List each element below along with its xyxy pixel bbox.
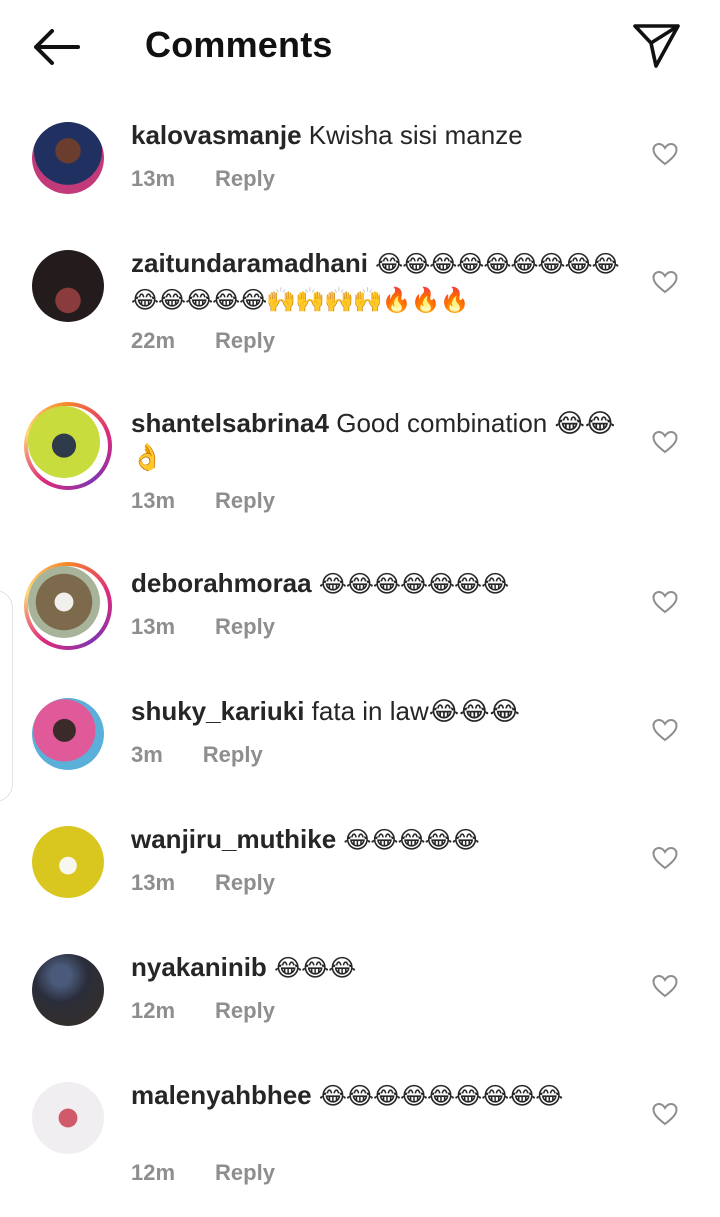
comment-username[interactable]: deborahmoraa <box>131 568 312 598</box>
comment-time: 13m <box>131 488 176 513</box>
avatar <box>28 566 100 638</box>
comment-text: Kwisha sisi manze <box>308 120 523 150</box>
comment-text: 😂😂😂 <box>274 955 356 982</box>
reply-button[interactable]: Reply <box>215 328 275 353</box>
heart-icon[interactable] <box>652 846 678 870</box>
heart-icon[interactable] <box>652 270 678 294</box>
heart-icon[interactable] <box>652 430 678 454</box>
edge-drawer-handle[interactable] <box>0 590 13 802</box>
heart-icon[interactable] <box>652 142 678 166</box>
comment-time: 12m <box>131 1160 176 1185</box>
avatar[interactable] <box>32 698 104 770</box>
comment-text: 😂😂😂😂😂😂😂 <box>318 571 509 598</box>
avatar[interactable] <box>32 826 104 898</box>
header-bar: Comments <box>0 0 720 96</box>
comment-username[interactable]: wanjiru_muthike <box>131 824 336 854</box>
page-title: Comments <box>145 24 333 65</box>
comment-text: 😂😂😂😂😂😂😂😂😂 <box>318 1083 563 1110</box>
comment-username[interactable]: zaitundaramadhani <box>131 248 368 278</box>
reply-button[interactable]: Reply <box>215 870 275 895</box>
heart-icon[interactable] <box>652 1102 678 1126</box>
reply-button[interactable]: Reply <box>215 166 275 191</box>
paper-plane-icon[interactable] <box>630 22 682 68</box>
arrow-left-icon[interactable] <box>30 24 82 70</box>
comment-text: 😂😂😂😂😂 <box>343 827 479 854</box>
comment-username[interactable]: shantelsabrina4 <box>131 408 329 438</box>
avatar[interactable] <box>32 250 104 322</box>
avatar[interactable] <box>32 954 104 1026</box>
comment-username[interactable]: shuky_kariuki <box>131 696 304 726</box>
comment-time: 13m <box>131 166 176 191</box>
comment-time: 22m <box>131 328 176 353</box>
avatar-story-ring[interactable] <box>24 402 112 490</box>
heart-icon[interactable] <box>652 974 678 998</box>
reply-button[interactable]: Reply <box>215 488 275 513</box>
avatar-story-ring[interactable] <box>24 562 112 650</box>
heart-icon[interactable] <box>652 718 678 742</box>
reply-button[interactable]: Reply <box>215 998 275 1023</box>
heart-icon[interactable] <box>652 590 678 614</box>
comment-time: 12m <box>131 998 176 1023</box>
comment-time: 3m <box>131 742 163 767</box>
comment-text: fata in law😂😂😂 <box>311 696 520 726</box>
comment-time: 13m <box>131 614 176 639</box>
avatar[interactable] <box>32 1082 104 1154</box>
comment-username[interactable]: nyakaninib <box>131 952 267 982</box>
reply-button[interactable]: Reply <box>203 742 263 767</box>
comment-time: 13m <box>131 870 176 895</box>
reply-button[interactable]: Reply <box>215 1160 275 1185</box>
reply-button[interactable]: Reply <box>215 614 275 639</box>
comment-username[interactable]: kalovasmanje <box>131 120 302 150</box>
avatar <box>28 406 100 478</box>
comment-username[interactable]: malenyahbhee <box>131 1080 312 1110</box>
avatar[interactable] <box>32 122 104 194</box>
